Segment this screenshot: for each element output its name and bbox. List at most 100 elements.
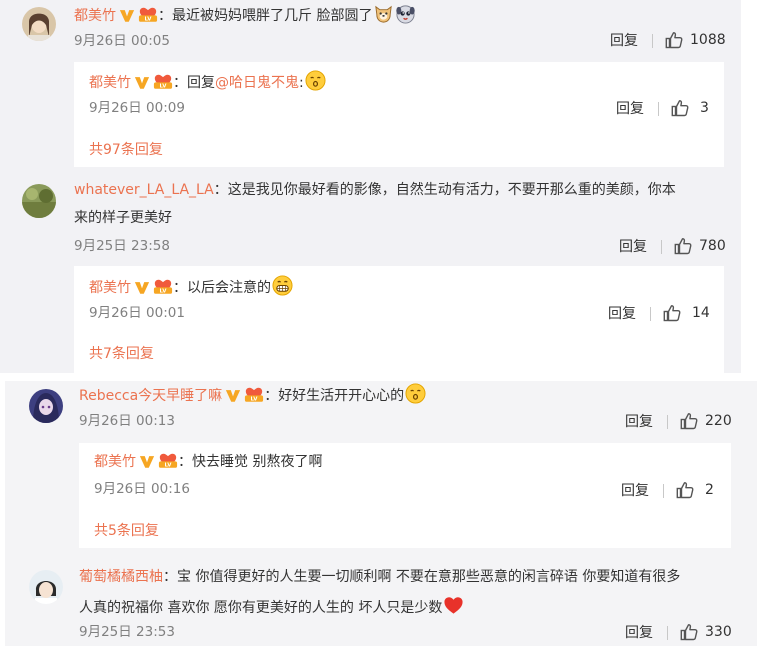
like-button[interactable]: 2 xyxy=(675,480,714,500)
separator: ： xyxy=(178,454,192,470)
reply-prefix: 回复 xyxy=(187,75,215,91)
more-replies-link[interactable]: 共5条回复 xyxy=(94,522,159,540)
comment-line: 葡萄橘橘西柚：宝 你值得更好的人生要一切顺利啊 不要在意那些恶意的闲言碎语 你要… xyxy=(79,567,680,587)
divider xyxy=(667,626,668,640)
thumbs-up-icon xyxy=(679,411,699,431)
comment-line: whatever_LA_LA_LA：这是我见你最好看的影像，自然生动有活力，不要… xyxy=(74,180,676,200)
dog-face-icon xyxy=(373,3,394,24)
like-count: 1088 xyxy=(690,32,726,48)
reply-line: 都美竹 ：快去睡觉 别熬夜了啊 xyxy=(94,452,322,472)
comment-timestamp: 9月25日 23:53 xyxy=(79,624,175,640)
reply-line: 都美竹 ：回复@哈日鬼不鬼: xyxy=(89,70,326,93)
verified-badge-icon xyxy=(225,388,241,403)
puppy-face-icon xyxy=(395,3,416,24)
avatar[interactable] xyxy=(29,389,63,423)
level-badge-icon xyxy=(153,73,173,90)
like-button[interactable]: 220 xyxy=(679,411,732,431)
comment-timestamp: 9月26日 00:05 xyxy=(74,33,170,49)
comments-panel-bottom: Rebecca今天早睡了嘛 ：好好生活开开心心的 9月26日 00:13 回复 2… xyxy=(5,381,757,646)
avatar[interactable] xyxy=(22,184,56,218)
divider xyxy=(661,240,662,254)
comment-text-continued: 人真的祝福你 喜欢你 愿你有更美好的人生的 坏人只是少数 xyxy=(79,600,443,616)
avatar[interactable] xyxy=(29,570,63,604)
level-badge-icon xyxy=(153,278,173,295)
comment-text: 好好生活开开心心的 xyxy=(278,388,405,404)
separator: ： xyxy=(163,569,177,585)
verified-badge-icon xyxy=(119,8,135,23)
like-count: 220 xyxy=(705,413,732,429)
comment-text: 宝 你值得更好的人生要一切顺利啊 不要在意那些恶意的闲言碎语 你要知道有很多 xyxy=(177,569,681,585)
like-count: 780 xyxy=(699,238,726,254)
username-link[interactable]: 都美竹 xyxy=(89,75,131,91)
thumbs-up-icon xyxy=(662,303,682,323)
comment-timestamp: 9月25日 23:58 xyxy=(74,238,170,254)
reply-text: 以后会注意的 xyxy=(187,280,271,296)
comment-text: 这是我见你最好看的影像，自然生动有活力，不要开那么重的美颜，你本 xyxy=(227,182,676,198)
comment-timestamp: 9月26日 00:13 xyxy=(79,413,175,429)
divider xyxy=(650,307,651,321)
reply-button[interactable]: 回复 xyxy=(619,238,647,256)
reply-button[interactable]: 回复 xyxy=(616,100,644,118)
username-link[interactable]: 都美竹 xyxy=(74,8,116,24)
thumbs-up-icon xyxy=(670,98,690,118)
reply-button[interactable]: 回复 xyxy=(610,32,638,50)
reply-line: 都美竹 ：以后会注意的 xyxy=(89,275,293,298)
comment-text-continued-line: 人真的祝福你 喜欢你 愿你有更美好的人生的 坏人只是少数 xyxy=(79,595,464,618)
like-count: 14 xyxy=(692,305,710,321)
comment-text: 最近被妈妈喂胖了几斤 脸部圆了 xyxy=(172,8,373,24)
divider xyxy=(658,102,659,116)
separator: ： xyxy=(173,280,187,296)
username-link[interactable]: 都美竹 xyxy=(89,280,131,296)
separator: ： xyxy=(264,388,279,404)
like-button[interactable]: 1088 xyxy=(664,30,726,50)
like-count: 330 xyxy=(705,624,732,640)
comment-line: 都美竹 ：最近被妈妈喂胖了几斤 脸部圆了 xyxy=(74,3,416,26)
avatar[interactable] xyxy=(22,7,56,41)
like-count: 3 xyxy=(700,100,709,116)
reply-text: 快去睡觉 别熬夜了啊 xyxy=(192,454,323,470)
more-replies-link[interactable]: 共97条回复 xyxy=(89,141,163,159)
thumbs-up-icon xyxy=(679,622,699,642)
comment-text-continued: 来的样子更美好 xyxy=(74,210,172,226)
mention-link[interactable]: @哈日鬼不鬼 xyxy=(215,75,299,91)
level-badge-icon xyxy=(244,386,264,403)
red-heart-icon xyxy=(443,595,464,616)
separator: ： xyxy=(213,182,228,198)
more-replies-link[interactable]: 共7条回复 xyxy=(89,345,154,363)
reply-button[interactable]: 回复 xyxy=(625,624,653,642)
like-count: 2 xyxy=(705,482,714,498)
thumbs-up-icon xyxy=(673,236,693,256)
reply-timestamp: 9月26日 00:09 xyxy=(89,100,185,116)
reply-button[interactable]: 回复 xyxy=(621,482,649,500)
reply-timestamp: 9月26日 00:16 xyxy=(94,481,190,497)
divider xyxy=(667,415,668,429)
kissing-face-icon xyxy=(405,383,426,404)
username-link[interactable]: whatever_LA_LA_LA xyxy=(74,182,214,198)
reply-timestamp: 9月26日 00:01 xyxy=(89,305,185,321)
separator: ： xyxy=(173,75,187,91)
username-link[interactable]: 都美竹 xyxy=(94,454,136,470)
like-button[interactable]: 330 xyxy=(679,622,732,642)
username-link[interactable]: 葡萄橘橘西柚 xyxy=(79,569,163,585)
level-badge-icon xyxy=(138,6,158,23)
like-button[interactable]: 780 xyxy=(673,236,726,256)
divider xyxy=(652,34,653,48)
thumbs-up-icon xyxy=(664,30,684,50)
like-button[interactable]: 3 xyxy=(670,98,709,118)
divider xyxy=(663,484,664,498)
verified-badge-icon xyxy=(134,280,150,295)
thumbs-up-icon xyxy=(675,480,695,500)
username-link[interactable]: Rebecca今天早睡了嘛 xyxy=(79,388,222,404)
separator: ： xyxy=(158,8,172,24)
kissing-face-icon xyxy=(305,70,326,91)
reply-button[interactable]: 回复 xyxy=(625,413,653,431)
comment-line: Rebecca今天早睡了嘛 ：好好生活开开心心的 xyxy=(79,383,426,406)
grinning-face-icon xyxy=(272,275,293,296)
level-badge-icon xyxy=(158,452,178,469)
verified-badge-icon xyxy=(134,75,150,90)
like-button[interactable]: 14 xyxy=(662,303,710,323)
verified-badge-icon xyxy=(139,454,155,469)
reply-button[interactable]: 回复 xyxy=(608,305,636,323)
comments-panel-top: 都美竹 ：最近被妈妈喂胖了几斤 脸部圆了 9月26日 00:05 回复 1088 … xyxy=(0,0,741,373)
reply-text: : xyxy=(299,75,304,91)
